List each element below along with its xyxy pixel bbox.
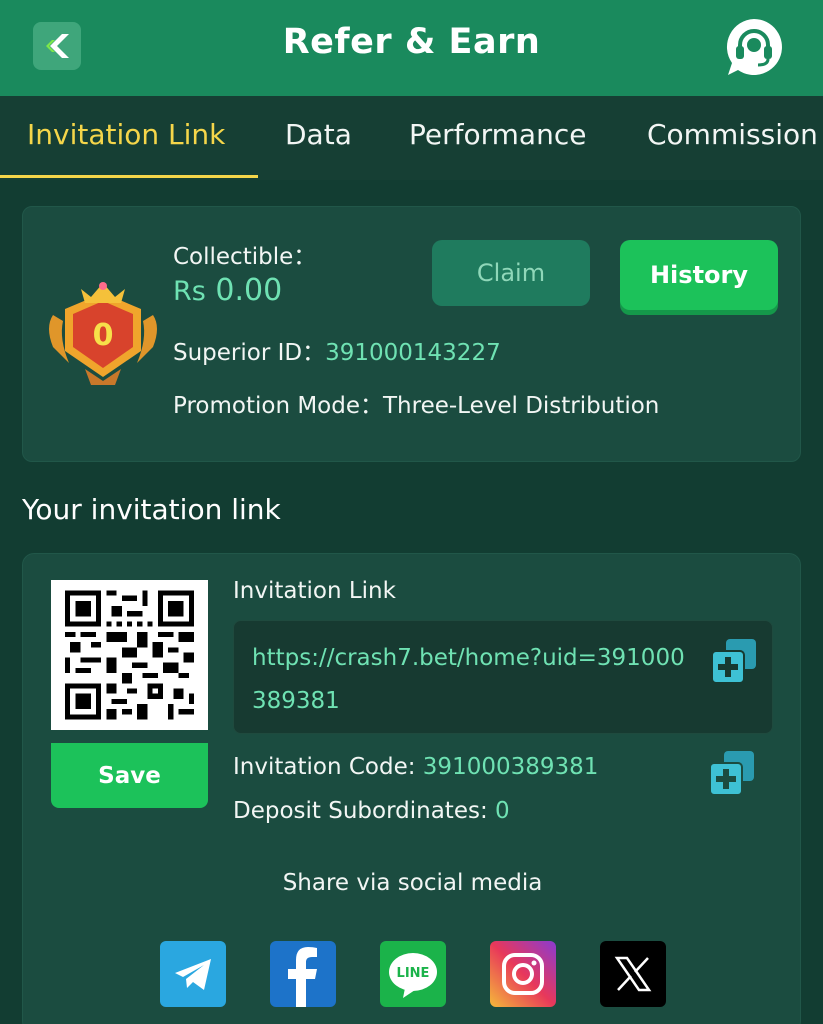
currency-symbol: Rs — [173, 276, 206, 307]
line-share-button[interactable]: LINE — [380, 941, 446, 1007]
tab-invitation-link[interactable]: Invitation Link — [27, 118, 225, 151]
claim-button[interactable]: Claim — [432, 240, 590, 306]
instagram-icon — [502, 953, 544, 995]
rank-medal-icon: 0 — [49, 282, 157, 385]
qr-code — [51, 580, 208, 730]
promotion-mode-label: Promotion Mode： — [173, 393, 383, 419]
deposit-subordinates-label: Deposit Subordinates: — [233, 798, 488, 824]
section-title: Your invitation link — [22, 493, 281, 526]
save-qr-button[interactable]: Save — [51, 743, 208, 808]
invitation-link-box: https://crash7.bet/home?uid=391000389381 — [233, 620, 773, 734]
invitation-code-value: 391000389381 — [422, 754, 599, 780]
facebook-icon — [288, 947, 317, 1007]
invitation-code-row: Invitation Code: 391000389381 — [233, 754, 598, 780]
app-header: Refer & Earn — [0, 0, 823, 96]
share-title: Share via social media — [282, 870, 543, 896]
superior-id-row: Superior ID：391000143227 — [173, 333, 501, 367]
invitation-link-label: Invitation Link — [233, 578, 396, 604]
headset-icon — [726, 19, 782, 75]
promotion-mode-value: Three-Level Distribution — [383, 393, 660, 419]
instagram-share-button[interactable] — [490, 941, 556, 1007]
tab-data[interactable]: Data — [285, 118, 352, 151]
rewards-summary-card: 0 Collectible： Rs 0.00 Claim History Sup… — [22, 206, 801, 462]
qr-code-image — [65, 590, 194, 720]
tab-bar: Invitation Link Data Performance Commiss… — [0, 96, 823, 180]
medal-level: 0 — [93, 318, 114, 353]
invitation-code-label: Invitation Code: — [233, 754, 416, 780]
promotion-mode-row: Promotion Mode：Three-Level Distribution — [173, 386, 659, 420]
facebook-share-button[interactable] — [270, 941, 336, 1007]
superior-id-label: Superior ID： — [173, 340, 326, 366]
x-icon — [614, 956, 652, 992]
line-icon: LINE — [389, 953, 437, 998]
history-button[interactable]: History — [620, 240, 778, 310]
telegram-share-button[interactable] — [160, 941, 226, 1007]
active-tab-indicator — [0, 175, 258, 178]
telegram-icon — [175, 959, 211, 990]
amount-value: 0.00 — [215, 273, 283, 308]
collectible-amount: Rs 0.00 — [173, 273, 282, 308]
collectible-label: Collectible： — [173, 244, 317, 270]
page-title: Refer & Earn — [282, 22, 541, 62]
customer-support-button[interactable] — [722, 15, 786, 79]
invitation-card: Save Invitation Link https://crash7.bet/… — [22, 553, 801, 1024]
deposit-subordinates-row: Deposit Subordinates: 0 — [233, 798, 510, 824]
x-share-button[interactable] — [600, 941, 666, 1007]
deposit-subordinates-value: 0 — [495, 798, 510, 824]
copy-link-icon[interactable] — [710, 637, 758, 685]
svg-text:LINE: LINE — [397, 966, 430, 981]
tab-commission[interactable]: Commission — [647, 118, 818, 151]
invitation-link-url[interactable]: https://crash7.bet/home?uid=391000389381 — [252, 637, 692, 723]
tab-performance[interactable]: Performance — [409, 118, 586, 151]
superior-id-value: 391000143227 — [325, 340, 501, 366]
copy-code-icon[interactable] — [708, 749, 756, 797]
